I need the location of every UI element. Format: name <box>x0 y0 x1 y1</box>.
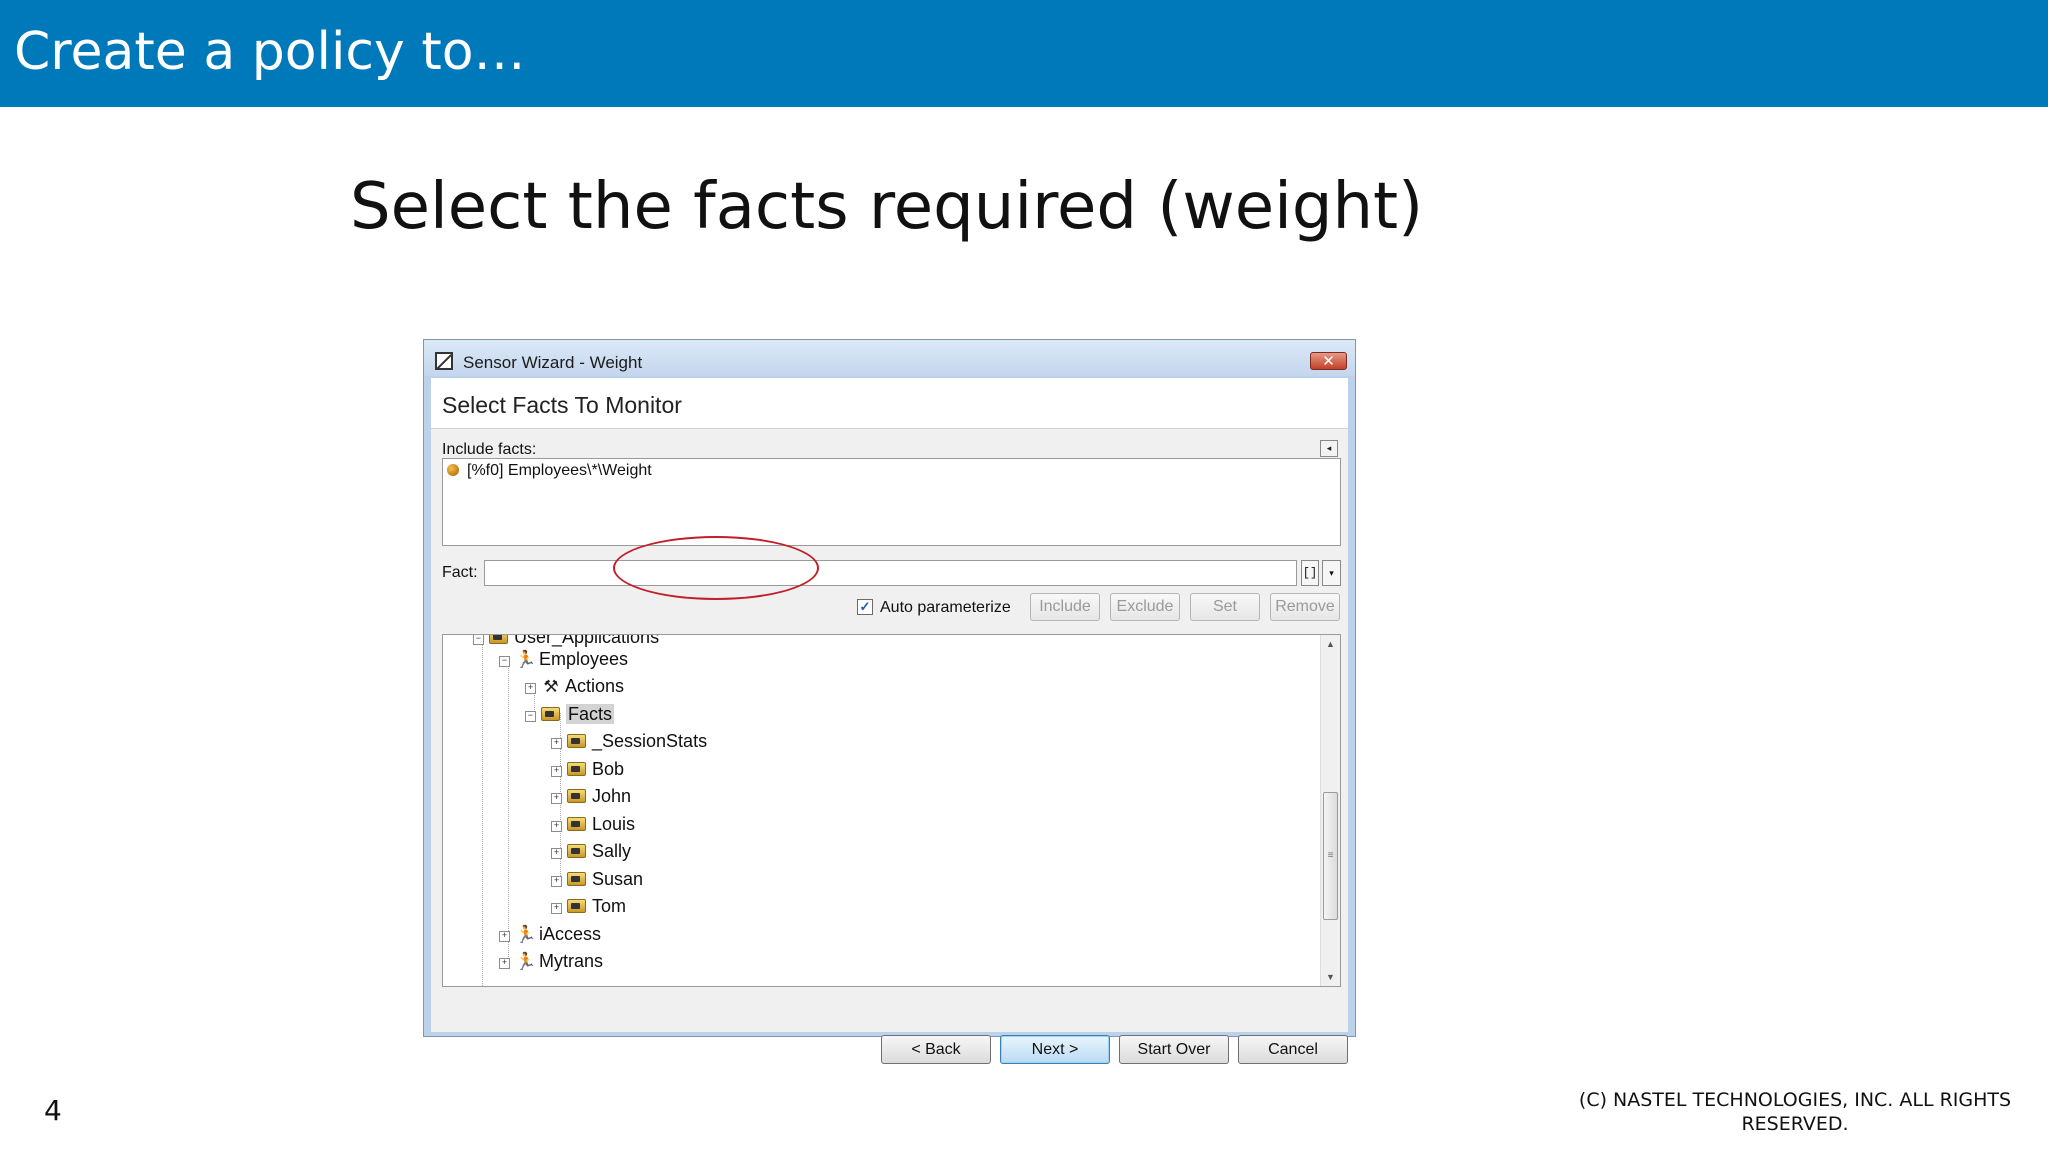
fact-input[interactable] <box>484 560 1297 586</box>
collapse-toggle-icon[interactable]: − <box>525 711 536 722</box>
tree-node-fact-child[interactable]: + Susan <box>551 866 643 892</box>
set-button[interactable]: Set <box>1190 593 1260 621</box>
tree-node-iaccess[interactable]: + 🏃 iAccess <box>499 921 601 947</box>
exclude-button[interactable]: Exclude <box>1110 593 1180 621</box>
sensor-wizard-dialog: Sensor Wizard - Weight ✕ Select Facts To… <box>423 339 1356 1064</box>
expand-toggle-icon[interactable]: + <box>551 903 562 914</box>
tree-node-fact-child[interactable]: + John <box>551 783 631 809</box>
expand-toggle-icon[interactable]: + <box>551 738 562 749</box>
tree-node-fact-child[interactable]: + Tom <box>551 893 626 919</box>
tree-node-employees[interactable]: − 🏃 Employees <box>499 646 628 672</box>
folder-icon <box>541 707 560 721</box>
annotation-circle <box>613 536 819 600</box>
slide-subtitle: Select the facts required (weight) <box>350 170 1424 244</box>
tree-node-fact-child[interactable]: + _SessionStats <box>551 728 707 754</box>
include-facts-label: Include facts: <box>442 441 537 458</box>
include-button[interactable]: Include <box>1030 593 1100 621</box>
application-runner-icon: 🏃 <box>515 650 537 669</box>
slide-title: Create a policy to… <box>14 22 526 82</box>
wizard-step-title: Select Facts To Monitor <box>442 392 682 418</box>
window-icon <box>435 352 453 370</box>
tree-node-fact-child[interactable]: + Louis <box>551 811 635 837</box>
remove-button[interactable]: Remove <box>1270 593 1340 621</box>
slide-header: Create a policy to… <box>0 0 2048 107</box>
application-runner-icon: 🏃 <box>515 952 537 971</box>
dialog-body: Select Facts To Monitor Include facts: ◂… <box>431 378 1348 1064</box>
expand-toggle-icon[interactable]: + <box>551 766 562 777</box>
folder-icon <box>567 872 586 886</box>
back-button[interactable]: < Back <box>881 1035 991 1064</box>
include-facts-list[interactable]: [%f0] Employees\*\Weight <box>442 458 1341 546</box>
auto-parameterize-label[interactable]: Auto parameterize <box>880 599 1011 617</box>
close-button[interactable]: ✕ <box>1310 352 1347 370</box>
scroll-up-icon[interactable]: ▲ <box>1321 635 1340 653</box>
scroll-thumb[interactable]: ≡ <box>1323 792 1338 920</box>
folder-icon <box>567 789 586 803</box>
tools-icon: ⚒ <box>543 677 559 696</box>
fact-tree[interactable]: − User_Applications − 🏃 Employees + ⚒ Actions… <box>442 634 1341 987</box>
folder-icon <box>567 899 586 913</box>
copyright-notice: (C) NASTEL TECHNOLOGIES, INC. ALL RIGHTS… <box>1578 1089 2012 1135</box>
expand-toggle-icon[interactable]: + <box>499 931 510 942</box>
collapse-toggle-icon[interactable]: − <box>473 635 484 645</box>
start-over-button[interactable]: Start Over <box>1119 1035 1229 1064</box>
collapse-button[interactable]: ◂ <box>1320 440 1338 457</box>
scroll-down-icon[interactable]: ▼ <box>1321 968 1340 986</box>
tree-node-actions[interactable]: + ⚒ Actions <box>525 673 624 699</box>
dialog-title: Sensor Wizard - Weight <box>463 353 643 372</box>
included-fact-text: [%f0] Employees\*\Weight <box>467 462 652 479</box>
application-runner-icon: 🏃 <box>515 925 537 944</box>
folder-icon <box>489 635 508 644</box>
fact-bullet-icon <box>447 464 459 476</box>
list-item[interactable]: [%f0] Employees\*\Weight <box>447 462 652 480</box>
folder-icon <box>567 817 586 831</box>
expand-toggle-icon[interactable]: + <box>499 958 510 969</box>
tree-node-fact-child[interactable]: + Sally <box>551 838 631 864</box>
folder-icon <box>567 762 586 776</box>
tree-scrollbar[interactable]: ▲ ≡ ▼ <box>1320 635 1340 986</box>
folder-icon <box>567 734 586 748</box>
parameter-button[interactable]: [] <box>1301 560 1319 586</box>
collapse-toggle-icon[interactable]: − <box>499 656 510 667</box>
folder-icon <box>567 844 586 858</box>
tree-node-fact-child[interactable]: + Bob <box>551 756 624 782</box>
expand-toggle-icon[interactable]: + <box>551 876 562 887</box>
cancel-button[interactable]: Cancel <box>1238 1035 1348 1064</box>
expand-toggle-icon[interactable]: + <box>551 821 562 832</box>
expand-toggle-icon[interactable]: + <box>525 683 536 694</box>
page-number: 4 <box>44 1094 62 1127</box>
wizard-header-panel: Select Facts To Monitor <box>431 378 1348 429</box>
tree-node-mytrans[interactable]: + 🏃 Mytrans <box>499 948 603 974</box>
fact-label: Fact: <box>442 564 478 581</box>
dialog-titlebar[interactable]: Sensor Wizard - Weight ✕ <box>424 340 1355 376</box>
expand-toggle-icon[interactable]: + <box>551 793 562 804</box>
fact-dropdown-button[interactable]: ▾ <box>1322 560 1341 586</box>
auto-parameterize-checkbox[interactable]: ✓ <box>857 599 873 615</box>
expand-toggle-icon[interactable]: + <box>551 848 562 859</box>
tree-node-facts[interactable]: − Facts <box>525 701 615 727</box>
next-button[interactable]: Next > <box>1000 1035 1110 1064</box>
